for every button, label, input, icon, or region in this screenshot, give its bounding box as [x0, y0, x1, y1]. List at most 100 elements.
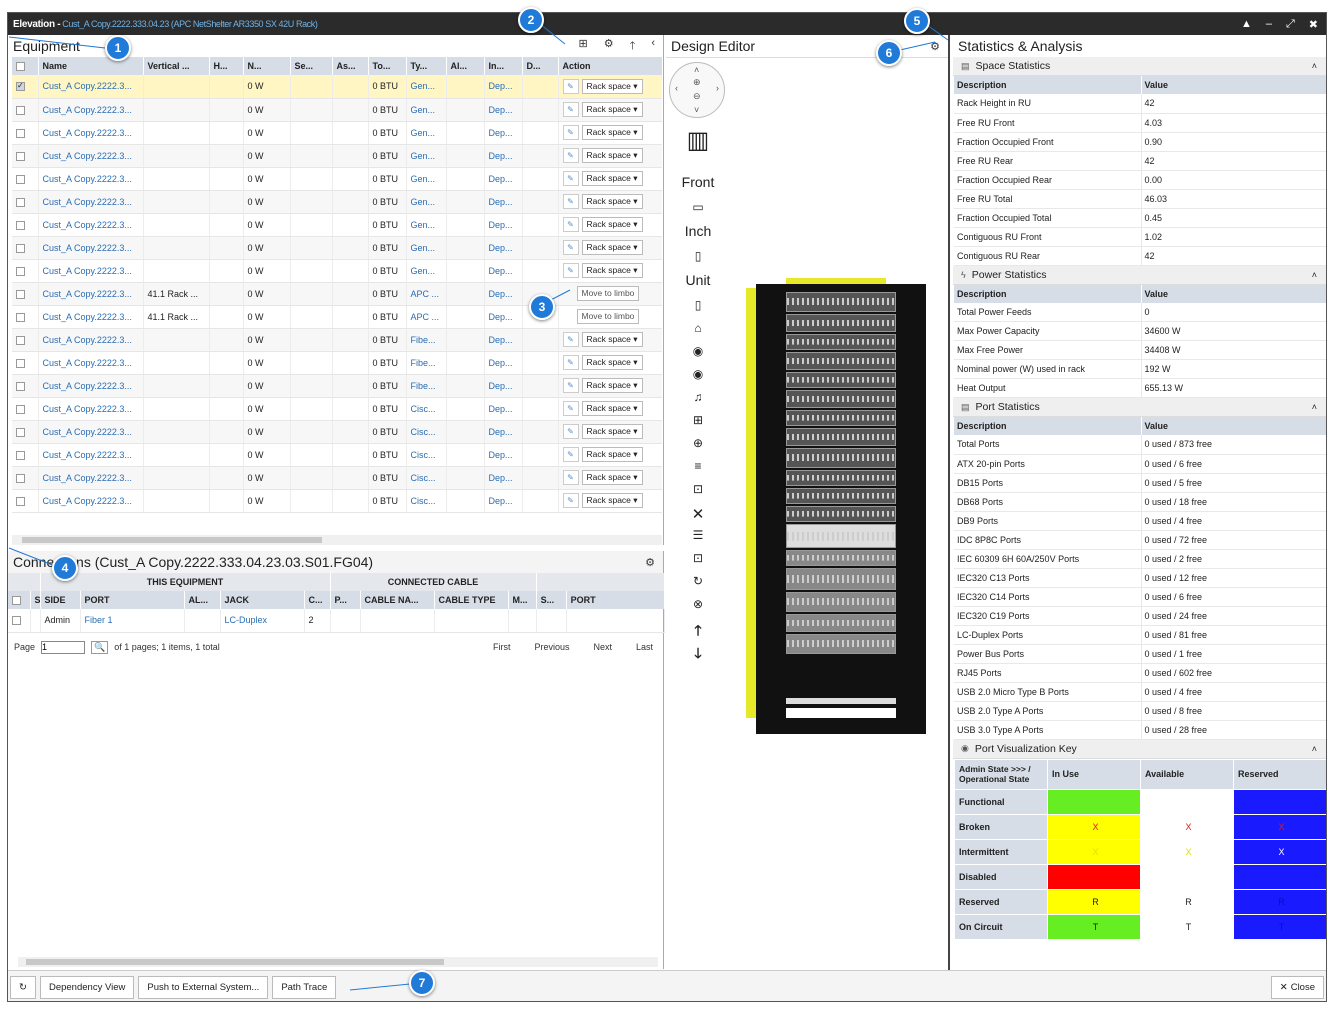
- space-section-header[interactable]: ▤ Space Statistics ˄: [953, 57, 1326, 76]
- chevron-up-icon[interactable]: ˄: [1312, 402, 1326, 412]
- equipment-name-link[interactable]: Cust_A Copy.2222.3...: [38, 121, 144, 145]
- push-external-button[interactable]: Push to External System...: [138, 975, 269, 999]
- type-link[interactable]: Gen...: [406, 144, 447, 168]
- equipment-name-link[interactable]: Cust_A Copy.2222.3...: [38, 305, 144, 329]
- rack-device[interactable]: [786, 390, 896, 408]
- rack-device[interactable]: [786, 352, 896, 370]
- in-link[interactable]: Dep...: [484, 121, 523, 145]
- in-link[interactable]: Dep...: [484, 282, 523, 306]
- column-header[interactable]: Se...: [290, 57, 333, 75]
- rack-view-icon[interactable]: ▥: [678, 126, 718, 174]
- rack-device[interactable]: [786, 488, 896, 504]
- row-checkbox-cell[interactable]: [12, 443, 39, 467]
- rack-space-dropdown[interactable]: Rack space ▾: [581, 263, 643, 278]
- edit-icon[interactable]: ✎: [562, 263, 579, 278]
- table-row[interactable]: Cust_A Copy.2222.3... 0 W 0 BTU Gen... Dep..…: [12, 121, 662, 145]
- column-header[interactable]: Vertical ...: [143, 57, 210, 75]
- select-all-checkbox[interactable]: [16, 62, 25, 72]
- rack-space-dropdown[interactable]: Rack space ▾: [581, 125, 643, 140]
- column-header[interactable]: C...: [304, 591, 331, 609]
- row-checkbox[interactable]: [16, 128, 25, 138]
- row-checkbox-cell[interactable]: [12, 328, 39, 352]
- column-header[interactable]: Ty...: [406, 57, 447, 75]
- rack-device[interactable]: [786, 372, 896, 388]
- row-checkbox[interactable]: [16, 496, 25, 506]
- column-header[interactable]: M...: [508, 591, 537, 609]
- rack-space-dropdown[interactable]: Rack space ▾: [581, 378, 643, 393]
- type-link[interactable]: Gen...: [406, 190, 447, 214]
- cancel-icon[interactable]: ⊗: [678, 597, 718, 620]
- in-link[interactable]: Dep...: [484, 167, 523, 191]
- type-link[interactable]: Gen...: [406, 75, 447, 99]
- rack-space-dropdown[interactable]: Rack space ▾: [581, 148, 643, 163]
- row-checkbox-cell[interactable]: [12, 190, 39, 214]
- rack-device[interactable]: [786, 314, 896, 332]
- inch-label[interactable]: Inch: [678, 223, 718, 249]
- table-row[interactable]: Cust_A Copy.2222.3... 0 W 0 BTU Gen... Dep..…: [12, 259, 662, 283]
- equipment-name-link[interactable]: Cust_A Copy.2222.3...: [38, 328, 144, 352]
- row-checkbox-cell[interactable]: [12, 420, 39, 444]
- table-row[interactable]: Cust_A Copy.2222.3... 0 W 0 BTU Gen... Dep..…: [12, 213, 662, 237]
- rack-space-dropdown[interactable]: Rack space ▾: [581, 78, 643, 94]
- move-icon[interactable]: ⊡: [678, 551, 718, 574]
- column-header[interactable]: N...: [243, 57, 291, 75]
- collapse-icon[interactable]: ▲: [1241, 18, 1252, 31]
- in-link[interactable]: Dep...: [484, 190, 523, 214]
- column-header[interactable]: S: [30, 591, 41, 609]
- rack-device[interactable]: [786, 568, 896, 590]
- in-link[interactable]: Dep...: [484, 75, 523, 99]
- move-to-limbo-button[interactable]: Move to limbo: [576, 309, 640, 324]
- row-checkbox[interactable]: [16, 450, 25, 460]
- table-row[interactable]: Cust_A Copy.2222.3... 0 W 0 BTU Gen... Dep..…: [12, 144, 662, 168]
- rack-space-dropdown[interactable]: Rack space ▾: [581, 194, 643, 209]
- previous-page-link[interactable]: Previous: [534, 642, 569, 652]
- edit-icon[interactable]: ✎: [562, 217, 579, 232]
- conn-port-link[interactable]: Fiber 1: [80, 609, 185, 633]
- in-link[interactable]: Dep...: [484, 305, 523, 329]
- row-checkbox[interactable]: [16, 289, 25, 299]
- row-checkbox[interactable]: ✓: [16, 81, 25, 92]
- edit-icon[interactable]: ✎: [562, 332, 579, 347]
- minimize-icon[interactable]: –: [1266, 18, 1272, 31]
- equipment-name-link[interactable]: Cust_A Copy.2222.3...: [38, 236, 144, 260]
- equipment-name-link[interactable]: Cust_A Copy.2222.3...: [38, 282, 144, 306]
- edit-icon[interactable]: ✎: [562, 171, 579, 186]
- in-link[interactable]: Dep...: [484, 213, 523, 237]
- rack-device[interactable]: [786, 428, 896, 446]
- dependency-view-button[interactable]: Dependency View: [39, 975, 135, 999]
- equipment-name-link[interactable]: Cust_A Copy.2222.3...: [38, 489, 144, 513]
- move-to-limbo-button[interactable]: Move to limbo: [576, 286, 640, 301]
- column-header[interactable]: In...: [484, 57, 523, 75]
- table-row[interactable]: Cust_A Copy.2222.3... 41.1 Rack ... 0 W 0 B…: [12, 305, 662, 329]
- row-checkbox-cell[interactable]: [12, 259, 39, 283]
- zoom-in-icon[interactable]: ⊕: [693, 77, 701, 88]
- type-link[interactable]: APC ...: [406, 282, 447, 306]
- chevron-up-icon[interactable]: ˄: [1312, 61, 1326, 71]
- column-header[interactable]: Name: [38, 57, 144, 75]
- eye-icon[interactable]: ◉: [678, 367, 718, 390]
- column-header[interactable]: As...: [332, 57, 369, 75]
- type-link[interactable]: Fibe...: [406, 374, 447, 398]
- row-checkbox[interactable]: [16, 381, 25, 391]
- list-icon[interactable]: ☰: [678, 528, 718, 551]
- table-row[interactable]: Cust_A Copy.2222.3... 0 W 0 BTU Gen... Dep..…: [12, 167, 662, 191]
- row-checkbox-cell[interactable]: [12, 282, 39, 306]
- row-checkbox[interactable]: [16, 335, 25, 345]
- arrow-down-icon[interactable]: 🡓: [678, 643, 718, 666]
- row-checkbox-cell[interactable]: [12, 489, 39, 513]
- edit-icon[interactable]: ✎: [562, 102, 579, 117]
- window-context[interactable]: Cust_A Copy.2222.333.04.23 (APC NetShelt…: [62, 19, 318, 29]
- type-link[interactable]: Fibe...: [406, 328, 447, 352]
- type-link[interactable]: Gen...: [406, 121, 447, 145]
- type-link[interactable]: Cisc...: [406, 397, 447, 421]
- type-link[interactable]: Gen...: [406, 259, 447, 283]
- refresh-button[interactable]: ↻: [10, 975, 36, 999]
- equipment-name-link[interactable]: Cust_A Copy.2222.3...: [38, 167, 144, 191]
- type-link[interactable]: Cisc...: [406, 443, 447, 467]
- row-checkbox-cell[interactable]: [12, 305, 39, 329]
- search-icon[interactable]: 🔍: [91, 640, 109, 654]
- port-visualization-section-header[interactable]: ◉ Port Visualization Key ˄: [953, 739, 1326, 759]
- type-link[interactable]: Gen...: [406, 98, 447, 122]
- equipment-name-link[interactable]: Cust_A Copy.2222.3...: [38, 144, 144, 168]
- row-checkbox-cell[interactable]: [12, 121, 39, 145]
